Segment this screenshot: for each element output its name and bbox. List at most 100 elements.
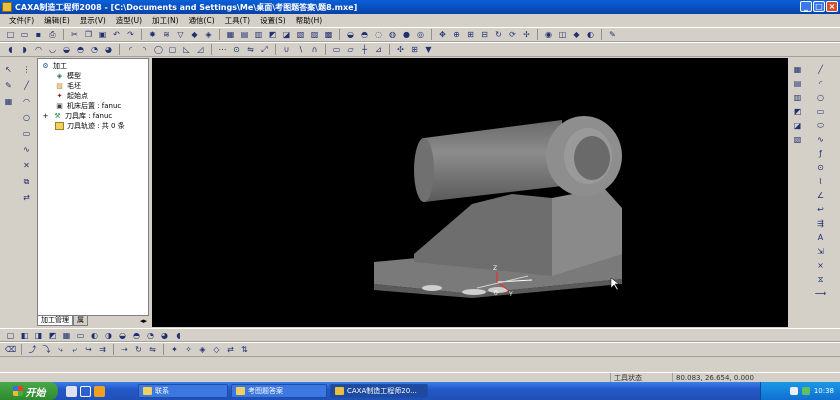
view-iso-icon[interactable]: ◩ xyxy=(266,29,279,41)
sweep-surface-icon[interactable]: ◑ xyxy=(102,329,115,341)
circle-icon[interactable]: ○ xyxy=(20,112,33,124)
contour-icon[interactable]: ◩ xyxy=(791,106,804,118)
axis-icon[interactable]: ┼ xyxy=(358,44,371,56)
shell-icon[interactable]: ▢ xyxy=(166,44,179,56)
expand-plus-icon[interactable]: + xyxy=(41,112,50,120)
sketch-pen-icon[interactable]: ✎ xyxy=(2,80,15,92)
equidistant-icon[interactable]: ⇶ xyxy=(814,218,827,230)
minimize-button[interactable]: _ xyxy=(800,1,812,12)
split-icon[interactable]: ⧖ xyxy=(814,274,827,286)
point-icon[interactable]: ⋮ xyxy=(20,64,33,76)
grid-icon[interactable]: ⊞ xyxy=(408,44,421,56)
3d-viewport[interactable]: Z Y 0 xyxy=(152,58,788,327)
curve-trim-icon[interactable]: ⤴ xyxy=(26,344,39,356)
text-function-icon[interactable]: ƒ xyxy=(814,148,827,160)
ellipse-tool-icon[interactable]: ⬭ xyxy=(814,120,827,132)
zoom-in-icon[interactable]: ⊞ xyxy=(464,29,477,41)
fillet-surface-icon[interactable]: ◓ xyxy=(130,329,143,341)
cut-icon[interactable]: ✂ xyxy=(68,29,81,41)
move-icon[interactable]: ✢ xyxy=(520,29,533,41)
translate-icon[interactable]: ⇢ xyxy=(118,344,131,356)
split-curve-icon[interactable]: ⇅ xyxy=(238,344,251,356)
curve-transition-icon[interactable]: ↪ xyxy=(82,344,95,356)
tree-item-model[interactable]: ◈ 模型 xyxy=(55,71,81,81)
fillet-icon[interactable]: ◜ xyxy=(124,44,137,56)
boolean-subtract-icon[interactable]: ∖ xyxy=(294,44,307,56)
curve-extend-icon[interactable]: ⤶ xyxy=(68,344,81,356)
reverse-icon[interactable]: ⇄ xyxy=(224,344,237,356)
surface-patch-icon[interactable]: ▢ xyxy=(4,329,17,341)
boolean-intersect-icon[interactable]: ∩ xyxy=(308,44,321,56)
mirror-curve-icon[interactable]: ⇋ xyxy=(146,344,159,356)
open-file-icon[interactable]: ▭ xyxy=(18,29,31,41)
eraser-icon[interactable]: ⌫ xyxy=(4,344,17,356)
extrude-icon[interactable]: ◖ xyxy=(4,44,17,56)
tab-properties[interactable]: 属 xyxy=(73,316,88,326)
view-top-icon[interactable]: ▤ xyxy=(238,29,251,41)
edge-icon[interactable]: ◎ xyxy=(414,29,427,41)
antivirus-icon[interactable] xyxy=(801,387,810,395)
spline-tool-icon[interactable]: ∿ xyxy=(814,134,827,146)
node-edit-icon[interactable]: ✦ xyxy=(168,344,181,356)
view-left-icon[interactable]: ▨ xyxy=(308,29,321,41)
new-file-icon[interactable]: □ xyxy=(4,29,17,41)
arc-tool-icon[interactable]: ◜ xyxy=(814,78,827,90)
angle-line-icon[interactable]: ∠ xyxy=(814,190,827,202)
mesh-surface-icon[interactable]: ▦ xyxy=(60,329,73,341)
tree-root[interactable]: ⚙ 加工 xyxy=(41,61,67,71)
paste-icon[interactable]: ▣ xyxy=(96,29,109,41)
draft-icon[interactable]: ◺ xyxy=(180,44,193,56)
plane-icon[interactable]: ▱ xyxy=(344,44,357,56)
ruled-surface-icon[interactable]: ◧ xyxy=(18,329,31,341)
view-front-icon[interactable]: ▦ xyxy=(224,29,237,41)
box-icon[interactable]: ◫ xyxy=(556,29,569,41)
task-answers-folder[interactable]: 考图题答案 xyxy=(231,384,327,398)
menu-help[interactable]: 帮助(H) xyxy=(293,15,326,26)
view-side-icon[interactable]: ▥ xyxy=(252,29,265,41)
shade-icon[interactable]: ● xyxy=(400,29,413,41)
loft-icon[interactable]: ◡ xyxy=(46,44,59,56)
menu-file[interactable]: 文件(F) xyxy=(6,15,37,26)
trim-icon[interactable]: ✕ xyxy=(20,160,33,172)
polyline-tool-icon[interactable]: ⌇ xyxy=(814,176,827,188)
snap-icon[interactable]: ✣ xyxy=(394,44,407,56)
line-icon[interactable]: ╱ xyxy=(20,80,33,92)
rect-tool-icon[interactable]: ▭ xyxy=(814,106,827,118)
menu-tools[interactable]: 工具(T) xyxy=(222,15,253,26)
light-icon[interactable]: ✸ xyxy=(146,29,159,41)
scale-icon[interactable]: ⤢ xyxy=(258,44,271,56)
view-back-icon[interactable]: ◪ xyxy=(280,29,293,41)
zoom-window-icon[interactable]: ⊕ xyxy=(450,29,463,41)
copy-icon[interactable]: ❐ xyxy=(82,29,95,41)
guide-surface-icon[interactable]: ◩ xyxy=(46,329,59,341)
tree-item-start-point[interactable]: ✦ 起始点 xyxy=(55,91,88,101)
pocket-icon[interactable]: ◪ xyxy=(791,120,804,132)
fit-curve-icon[interactable]: ◇ xyxy=(210,344,223,356)
tangent-edit-icon[interactable]: ✧ xyxy=(182,344,195,356)
close-button[interactable]: × xyxy=(826,1,838,12)
analyze-icon[interactable]: ⊿ xyxy=(372,44,385,56)
select-arrow-icon[interactable]: ↖ xyxy=(2,64,15,76)
circle-tool-icon[interactable]: ○ xyxy=(814,92,827,104)
hidden-line-icon[interactable]: ◍ xyxy=(386,29,399,41)
tree-item-machine-post[interactable]: ▣ 机床后置 : fanuc xyxy=(55,101,121,111)
maximize-button[interactable]: □ xyxy=(813,1,825,12)
hole-icon[interactable]: ◯ xyxy=(152,44,165,56)
extend-icon[interactable]: ⟶ xyxy=(814,288,827,300)
offset-icon[interactable]: ⧉ xyxy=(20,176,33,188)
project-icon[interactable]: ⇲ xyxy=(814,246,827,258)
save-icon[interactable]: ▪ xyxy=(32,29,45,41)
revolve-icon[interactable]: ◗ xyxy=(18,44,31,56)
color-icon[interactable]: ◆ xyxy=(188,29,201,41)
tab-scroll-arrows-icon[interactable]: ◂▸ xyxy=(140,317,149,325)
tree-item-toolpath[interactable]: 刀具轨迹 : 共 0 条 xyxy=(55,121,125,131)
app-icon[interactable] xyxy=(2,2,12,12)
transform-icon[interactable]: ⇄ xyxy=(20,192,33,204)
cut-sweep-icon[interactable]: ◔ xyxy=(88,44,101,56)
filter-icon[interactable]: ▽ xyxy=(174,29,187,41)
linear-array-icon[interactable]: ⋯ xyxy=(216,44,229,56)
view-right-icon[interactable]: ▩ xyxy=(322,29,335,41)
rect-icon[interactable]: ▭ xyxy=(20,128,33,140)
menu-modeling[interactable]: 造型(U) xyxy=(113,15,145,26)
menu-view[interactable]: 显示(V) xyxy=(77,15,109,26)
